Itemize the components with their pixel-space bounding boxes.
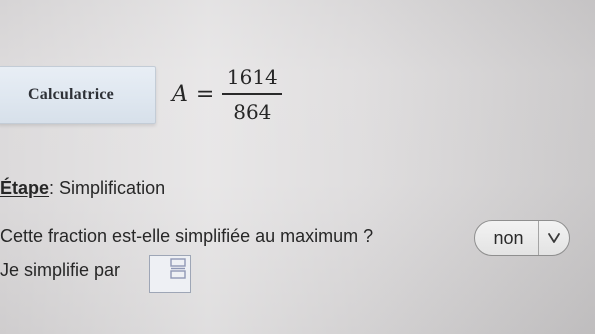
- fraction-denominator: 864: [233, 99, 272, 124]
- simplification-question: Cette fraction est-elle simplifiée au ma…: [0, 226, 374, 246]
- fraction-numerator: 1614: [226, 64, 278, 89]
- step-name: Simplification: [59, 178, 166, 198]
- step-prefix: Étape: [0, 178, 50, 198]
- calculator-button-label: Calculatrice: [28, 86, 114, 103]
- simplify-label: Je simplifie par: [0, 260, 121, 280]
- formula-equals: =: [195, 81, 215, 107]
- formula-variable: A: [172, 81, 188, 107]
- step-title: Étape: Simplification: [0, 178, 165, 199]
- step-separator: :: [49, 178, 60, 198]
- divisor-input[interactable]: [149, 255, 191, 293]
- fraction-bar: [222, 92, 283, 95]
- calculator-button[interactable]: Calculatrice: [0, 66, 156, 124]
- answer-select[interactable]: non: [474, 220, 570, 256]
- fraction-formula: A = 1614 864: [172, 56, 283, 132]
- fraction: 1614 864: [222, 64, 283, 125]
- chevron-down-icon[interactable]: [539, 221, 569, 255]
- answer-select-value: non: [493, 227, 524, 248]
- fraction-input-icon: [170, 258, 186, 279]
